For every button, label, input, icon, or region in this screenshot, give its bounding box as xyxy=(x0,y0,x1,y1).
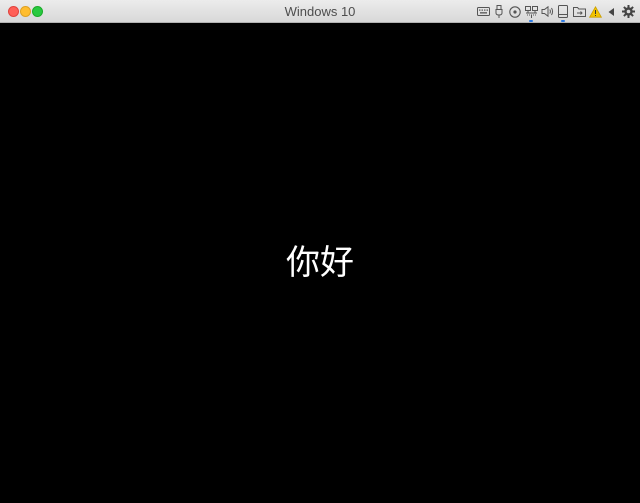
settings-gear-icon[interactable] xyxy=(620,5,636,19)
title-bar[interactable]: Windows 10 xyxy=(0,0,640,23)
vm-window: Windows 10 你好 xyxy=(0,0,640,503)
network-icon[interactable] xyxy=(524,5,538,22)
shared-folder-icon[interactable] xyxy=(572,5,586,19)
keyboard-icon[interactable] xyxy=(476,5,490,19)
optical-disc-icon[interactable] xyxy=(508,5,522,19)
hard-disk-active-indicator xyxy=(561,19,565,22)
arrow-left-icon[interactable] xyxy=(604,5,618,19)
network-active-indicator xyxy=(529,19,533,22)
hard-disk-icon[interactable] xyxy=(556,5,570,22)
vm-status-bar xyxy=(474,3,636,22)
greeting-text: 你好 xyxy=(286,243,354,283)
vm-display[interactable]: 你好 xyxy=(0,23,640,503)
usb-icon[interactable] xyxy=(492,5,506,19)
warning-icon[interactable] xyxy=(588,5,602,19)
audio-icon[interactable] xyxy=(540,5,554,19)
